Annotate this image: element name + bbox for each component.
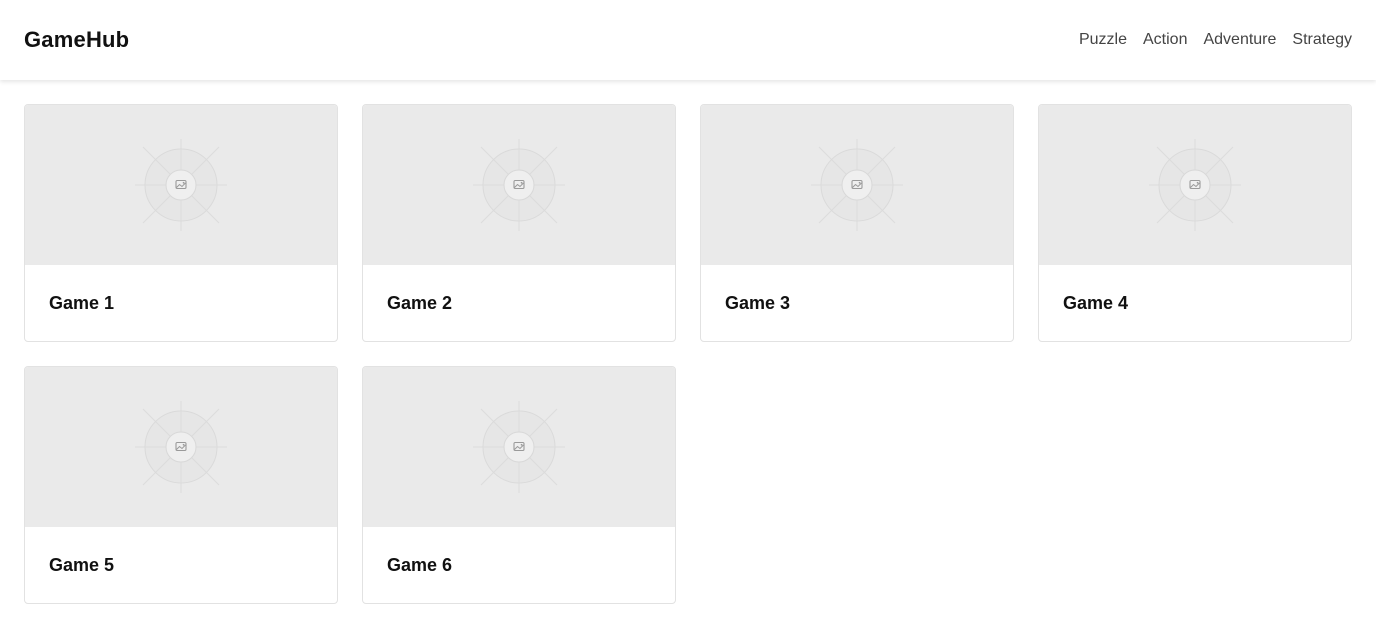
game-card[interactable]: Game 1	[24, 104, 338, 342]
image-placeholder-icon	[135, 139, 227, 231]
game-title: Game 3	[725, 292, 791, 313]
image-placeholder-icon	[473, 139, 565, 231]
nav-link-adventure[interactable]: Adventure	[1203, 31, 1276, 49]
game-grid: Game 1 Game 2 Game 3 Game 4 Game 5 Game …	[24, 104, 1352, 604]
nav-link-action[interactable]: Action	[1143, 31, 1187, 49]
game-title: Game 1	[49, 292, 115, 313]
game-thumbnail	[701, 105, 1013, 265]
game-card[interactable]: Game 2	[362, 104, 676, 342]
game-title: Game 4	[1063, 292, 1129, 313]
game-thumbnail	[1039, 105, 1351, 265]
brand-logo[interactable]: GameHub	[24, 27, 129, 53]
top-navigation-bar: GameHub Puzzle Action Adventure Strategy	[0, 0, 1376, 80]
image-placeholder-icon	[811, 139, 903, 231]
game-thumbnail	[363, 367, 675, 527]
game-card[interactable]: Game 6	[362, 366, 676, 604]
game-title: Game 5	[49, 554, 115, 575]
game-card[interactable]: Game 3	[700, 104, 1014, 342]
nav-link-strategy[interactable]: Strategy	[1292, 31, 1352, 49]
game-card-body: Game 6	[363, 527, 675, 603]
image-placeholder-icon	[473, 401, 565, 493]
game-title: Game 2	[387, 292, 453, 313]
game-title: Game 6	[387, 554, 453, 575]
game-card[interactable]: Game 5	[24, 366, 338, 604]
game-card-body: Game 2	[363, 265, 675, 341]
game-thumbnail	[25, 105, 337, 265]
category-nav: Puzzle Action Adventure Strategy	[1079, 31, 1352, 49]
game-card-body: Game 3	[701, 265, 1013, 341]
game-thumbnail	[363, 105, 675, 265]
image-placeholder-icon	[135, 401, 227, 493]
game-thumbnail	[25, 367, 337, 527]
game-card[interactable]: Game 4	[1038, 104, 1352, 342]
image-placeholder-icon	[1149, 139, 1241, 231]
nav-link-puzzle[interactable]: Puzzle	[1079, 31, 1127, 49]
game-card-body: Game 4	[1039, 265, 1351, 341]
game-card-body: Game 5	[25, 527, 337, 603]
game-card-body: Game 1	[25, 265, 337, 341]
